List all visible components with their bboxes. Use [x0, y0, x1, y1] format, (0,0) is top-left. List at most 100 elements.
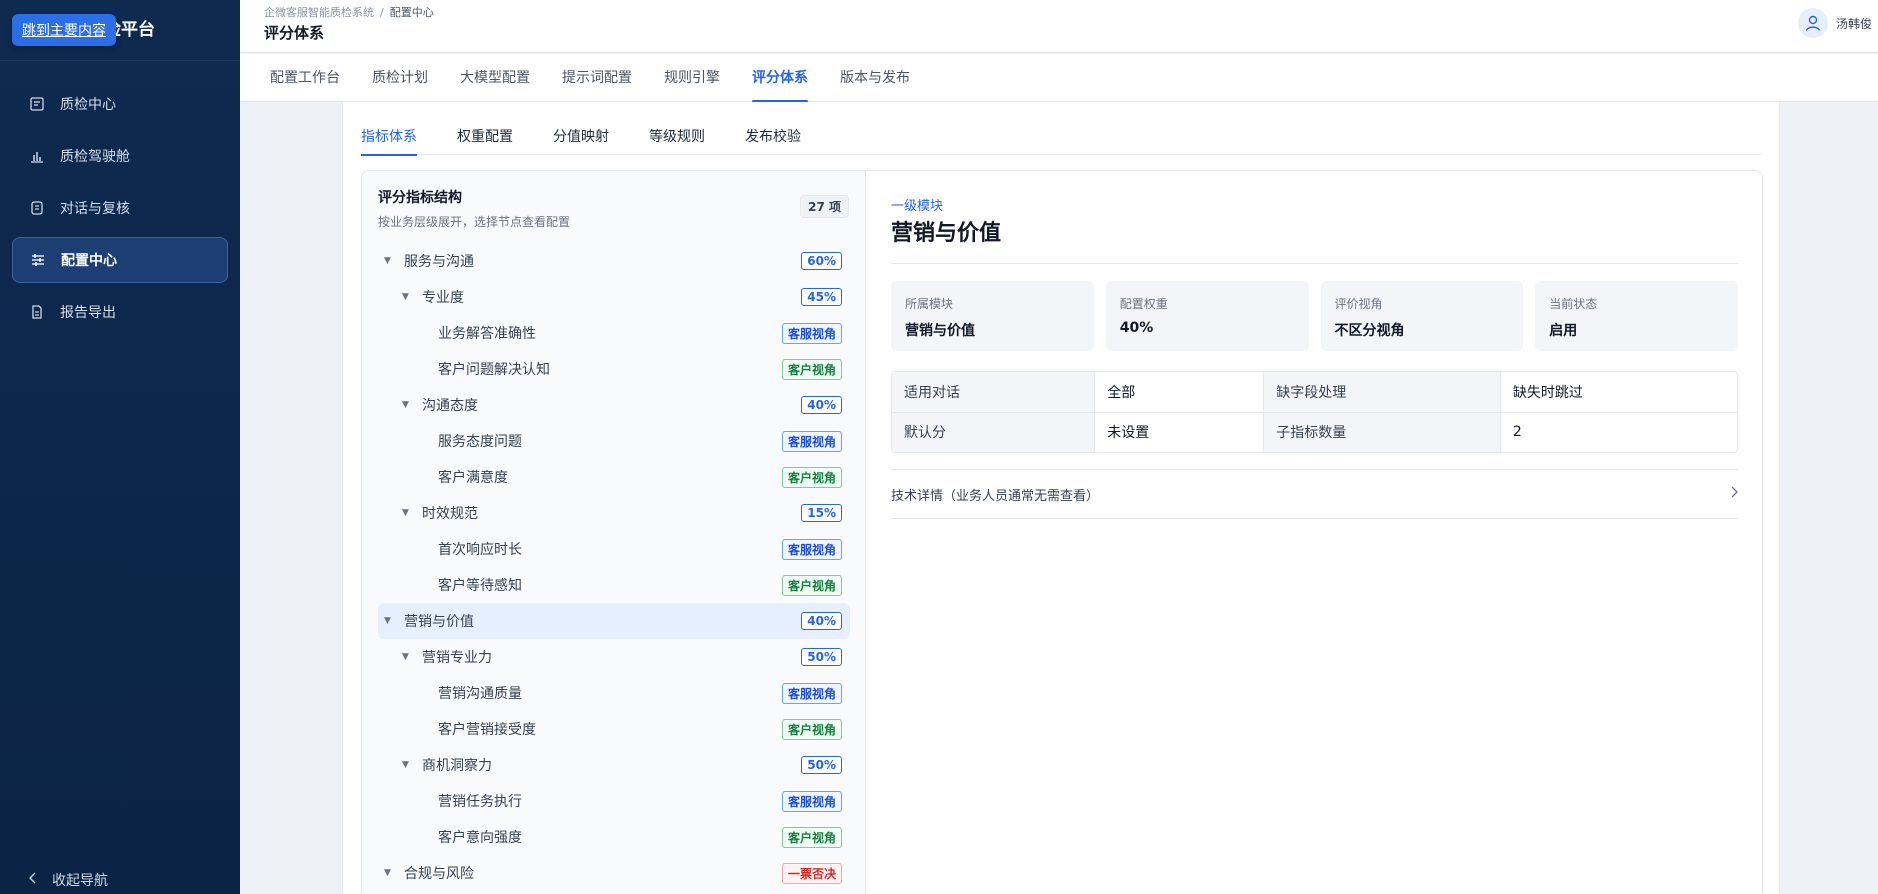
tree-node-tag: 客户视角	[781, 574, 842, 596]
breadcrumb: 企微客服智能质检系统 / 配置中心	[264, 4, 434, 20]
tree-node[interactable]: 首次响应时长 客服视角	[378, 531, 850, 567]
table-key: 子指标数量	[1263, 412, 1501, 452]
tree-node[interactable]: ▼ 专业度 45%	[378, 279, 850, 315]
sidebar-item-label: 报告导出	[60, 305, 116, 321]
tree-node-label-group: 营销沟通质量	[378, 683, 522, 703]
sidebar-nav: 质检中心 质检驾驶舱 对话与复核 配置中心 报告导出	[0, 81, 240, 335]
tab-llm-config[interactable]: 大模型配置	[460, 54, 530, 102]
stat-card: 评价视角 不区分视角	[1320, 281, 1524, 351]
tree-node-tag: 50%	[801, 756, 842, 774]
indicator-tree: ▼ 服务与沟通 60% ▼ 专业度 45% 业务解答准确性 客服视角 客户问题解决认知 客户视角 ▼…	[378, 243, 850, 891]
tree-node-tag: 40%	[801, 396, 842, 414]
subtab-weight-config[interactable]: 权重配置	[457, 102, 513, 155]
tab-rule-engine[interactable]: 规则引擎	[664, 54, 720, 102]
tab-qc-plan[interactable]: 质检计划	[372, 54, 428, 102]
skip-to-content-link[interactable]: 跳到主要内容	[12, 14, 116, 46]
tree-node[interactable]: 客户意向强度 客户视角	[378, 819, 850, 855]
tab-scoring-system[interactable]: 评分体系	[752, 54, 808, 103]
tab-config-workbench[interactable]: 配置工作台	[270, 54, 340, 102]
table-row: 适用对话 全部 缺字段处理 缺失时跳过	[892, 372, 1737, 413]
page-title: 评分体系	[264, 24, 325, 42]
tree-node[interactable]: 服务态度问题 客服视角	[378, 423, 850, 459]
user-menu[interactable]: 汤韩俊	[1797, 8, 1872, 38]
indicator-panel: 评分指标结构 按业务层级展开，选择节点查看配置 27 项 ▼ 服务与沟通 60% ▼ 专…	[361, 170, 1763, 894]
tree-node-label-group: ▼ 合规与风险	[378, 863, 474, 883]
tree-node[interactable]: ▼ 营销与价值 40%	[378, 603, 850, 639]
stat-card: 当前状态 启用	[1535, 281, 1738, 351]
table-key: 默认分	[892, 412, 1095, 452]
tree-node[interactable]: 客户满意度 客户视角	[378, 459, 850, 495]
stat-value: 启用	[1549, 323, 1578, 339]
tree-node-tag: 客服视角	[781, 790, 842, 812]
tree-node[interactable]: 客户营销接受度 客户视角	[378, 711, 850, 747]
tree-node[interactable]: 客户问题解决认知 客户视角	[378, 351, 850, 387]
brand: 检平台 跳到主要内容	[0, 0, 240, 61]
subtab-release-check[interactable]: 发布校验	[745, 102, 801, 155]
tree-node[interactable]: ▼ 时效规范 15%	[378, 495, 850, 531]
stat-card: 所属模块 营销与价值	[891, 281, 1094, 351]
tree-node[interactable]: ▼ 合规与风险 一票否决	[378, 855, 850, 891]
tree-node-tag: 客户视角	[781, 826, 842, 848]
caret-down-icon[interactable]: ▼	[384, 616, 394, 626]
tab-prompt-config[interactable]: 提示词配置	[562, 54, 632, 102]
breadcrumb-current: 配置中心	[389, 6, 434, 19]
tree-node[interactable]: ▼ 营销专业力 50%	[378, 639, 850, 675]
tree-node-label-group: 客户问题解决认知	[378, 359, 550, 379]
tree-node[interactable]: 客户等待感知 客户视角	[378, 567, 850, 603]
tree-node-label-group: 首次响应时长	[378, 539, 522, 559]
tree-node-label-group: ▼ 专业度	[378, 287, 464, 307]
tree-node[interactable]: 营销任务执行 客服视角	[378, 783, 850, 819]
tree-node[interactable]: 业务解答准确性 客服视角	[378, 315, 850, 351]
tab-version-release[interactable]: 版本与发布	[840, 54, 910, 102]
caret-down-icon[interactable]: ▼	[402, 292, 412, 302]
sidebar-item-label: 质检中心	[60, 97, 116, 113]
tree-node[interactable]: 营销沟通质量 客服视角	[378, 675, 850, 711]
sidebar-item-config-center[interactable]: 配置中心	[12, 237, 228, 283]
tree-node-tag: 客户视角	[781, 466, 842, 488]
table-key: 缺字段处理	[1263, 372, 1501, 413]
tree-node-label-group: ▼ 营销与价值	[378, 611, 474, 631]
caret-down-icon[interactable]: ▼	[402, 508, 412, 518]
sidebar-item-dashboard[interactable]: 质检驾驶舱	[12, 133, 228, 179]
tree-node-label: 沟通态度	[422, 398, 478, 414]
tree-title: 评分指标结构	[378, 190, 462, 206]
caret-down-icon[interactable]: ▼	[402, 652, 412, 662]
tech-details-toggle[interactable]: 技术详情（业务人员通常无需查看）	[891, 469, 1738, 519]
chevron-right-icon	[1730, 486, 1738, 502]
indicator-tree-panel: 评分指标结构 按业务层级展开，选择节点查看配置 27 项 ▼ 服务与沟通 60% ▼ 专…	[362, 171, 866, 894]
subtab-grade-rules[interactable]: 等级规则	[649, 102, 705, 155]
tree-node-label-group: 客户等待感知	[378, 575, 522, 595]
caret-down-icon[interactable]: ▼	[402, 760, 412, 770]
stat-key: 评价视角	[1334, 297, 1383, 311]
collapse-nav-button[interactable]: 收起导航	[28, 870, 108, 890]
detail-info-table: 适用对话 全部 缺字段处理 缺失时跳过 默认分 未设置 子指标数量 2	[891, 371, 1738, 453]
chevron-left-icon	[28, 872, 38, 888]
caret-down-icon[interactable]: ▼	[402, 400, 412, 410]
tree-node-label-group: 客户营销接受度	[378, 719, 536, 739]
tree-node-label: 商机洞察力	[422, 758, 492, 774]
sidebar-item-report-export[interactable]: 报告导出	[12, 289, 228, 335]
tree-node-tag: 50%	[801, 648, 842, 666]
stat-value: 40%	[1119, 320, 1154, 336]
tree-node[interactable]: ▼ 商机洞察力 50%	[378, 747, 850, 783]
tree-node-label-group: 业务解答准确性	[378, 323, 536, 343]
tree-node[interactable]: ▼ 沟通态度 40%	[378, 387, 850, 423]
tree-node[interactable]: ▼ 服务与沟通 60%	[378, 243, 850, 279]
tree-node-label: 客户意向强度	[438, 830, 522, 846]
caret-down-icon[interactable]: ▼	[384, 868, 394, 878]
tree-node-label-group: 客户满意度	[378, 467, 508, 487]
scoring-subtabs: 指标体系 权重配置 分值映射 等级规则 发布校验	[361, 102, 1761, 156]
tree-node-label: 时效规范	[422, 506, 478, 522]
breadcrumb-item[interactable]: 企微客服智能质检系统	[264, 6, 374, 19]
sidebar-item-quality-center[interactable]: 质检中心	[12, 81, 228, 127]
sidebar-item-conversation-review[interactable]: 对话与复核	[12, 185, 228, 231]
tree-node-label: 客户营销接受度	[438, 722, 536, 738]
subtab-score-mapping[interactable]: 分值映射	[553, 102, 609, 155]
tree-node-label: 首次响应时长	[438, 542, 522, 558]
tree-node-label-group: ▼ 服务与沟通	[378, 251, 474, 271]
table-value: 缺失时跳过	[1499, 372, 1737, 413]
subtab-indicator-system[interactable]: 指标体系	[361, 102, 417, 156]
sidebar: 检平台 跳到主要内容 质检中心 质检驾驶舱 对话与复核 配置中心 报告导出 收起…	[0, 0, 240, 894]
tree-node-tag: 客服视角	[781, 538, 842, 560]
caret-down-icon[interactable]: ▼	[384, 256, 394, 266]
